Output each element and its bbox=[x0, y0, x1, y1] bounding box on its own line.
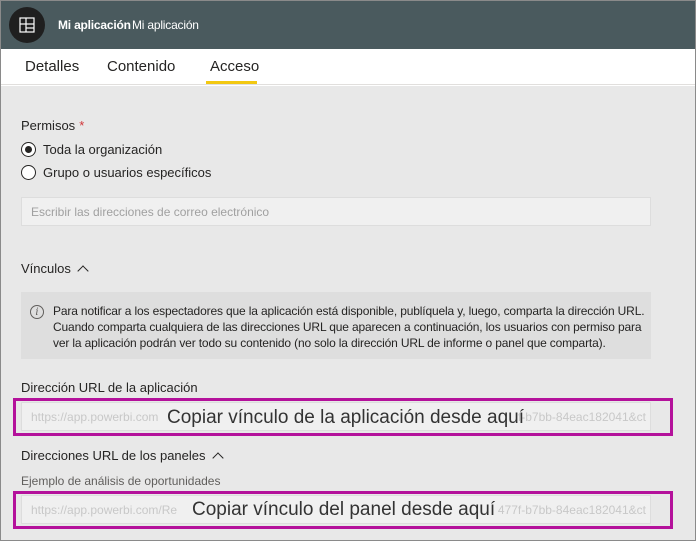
app-grid-icon bbox=[19, 17, 35, 33]
info-icon: i bbox=[30, 305, 44, 319]
app-url-value-end: f-b7bb-84eac182041&ct bbox=[517, 410, 646, 424]
access-panel: Permisos * Toda la organización Grupo o u… bbox=[1, 86, 695, 540]
app-subtitle: Mi aplicación bbox=[132, 18, 199, 32]
app-url-field[interactable]: https://app.powerbi.com f-b7bb-84eac1820… bbox=[21, 402, 651, 431]
radio-button-unchecked[interactable] bbox=[21, 165, 36, 180]
dashboard-urls-heading[interactable]: Direcciones URL de los paneles bbox=[21, 448, 224, 464]
radio-button-checked[interactable] bbox=[21, 142, 36, 157]
permissions-heading: Permisos * bbox=[21, 118, 84, 133]
info-banner: i Para notificar a los espectadores que … bbox=[21, 292, 651, 359]
dashboard-urls-label: Direcciones URL de los paneles bbox=[21, 448, 206, 463]
links-heading[interactable]: Vínculos bbox=[21, 261, 89, 277]
dashboard-name-label: Ejemplo de análisis de oportunidades bbox=[21, 474, 221, 488]
dashboard-url-field[interactable]: https://app.powerbi.com/Re 477f-b7bb-84e… bbox=[21, 495, 651, 524]
tab-bar: Detalles Contenido Acceso bbox=[1, 49, 695, 85]
permissions-label: Permisos bbox=[21, 118, 76, 133]
tab-contenido[interactable]: Contenido bbox=[107, 58, 175, 75]
dashboard-url-value-end: 477f-b7bb-84eac182041&ct bbox=[497, 503, 646, 517]
radio-label: Grupo o usuarios específicos bbox=[43, 165, 212, 180]
app-icon bbox=[9, 7, 45, 43]
radio-label: Toda la organización bbox=[43, 142, 163, 157]
tab-acceso[interactable]: Acceso bbox=[210, 58, 259, 75]
radio-specific-users[interactable]: Grupo o usuarios específicos bbox=[21, 165, 211, 180]
radio-entire-org[interactable]: Toda la organización bbox=[21, 142, 162, 157]
chevron-up-icon[interactable] bbox=[77, 265, 89, 277]
required-mark: * bbox=[79, 118, 85, 133]
email-input[interactable] bbox=[21, 197, 651, 226]
chevron-up-icon[interactable] bbox=[211, 452, 224, 464]
app-window: Mi aplicación Mi aplicación Detalles Con… bbox=[0, 0, 696, 541]
app-url-value-start: https://app.powerbi.com bbox=[31, 410, 159, 424]
tab-detalles[interactable]: Detalles bbox=[25, 58, 79, 75]
dashboard-url-value-start: https://app.powerbi.com/Re bbox=[31, 503, 178, 517]
app-title: Mi aplicación bbox=[58, 18, 131, 32]
app-header: Mi aplicación Mi aplicación bbox=[1, 1, 695, 49]
active-tab-indicator bbox=[206, 81, 257, 84]
app-url-label: Dirección URL de la aplicación bbox=[21, 380, 198, 395]
info-text: Para notificar a los espectadores que la… bbox=[53, 304, 645, 350]
links-label: Vínculos bbox=[21, 261, 71, 276]
